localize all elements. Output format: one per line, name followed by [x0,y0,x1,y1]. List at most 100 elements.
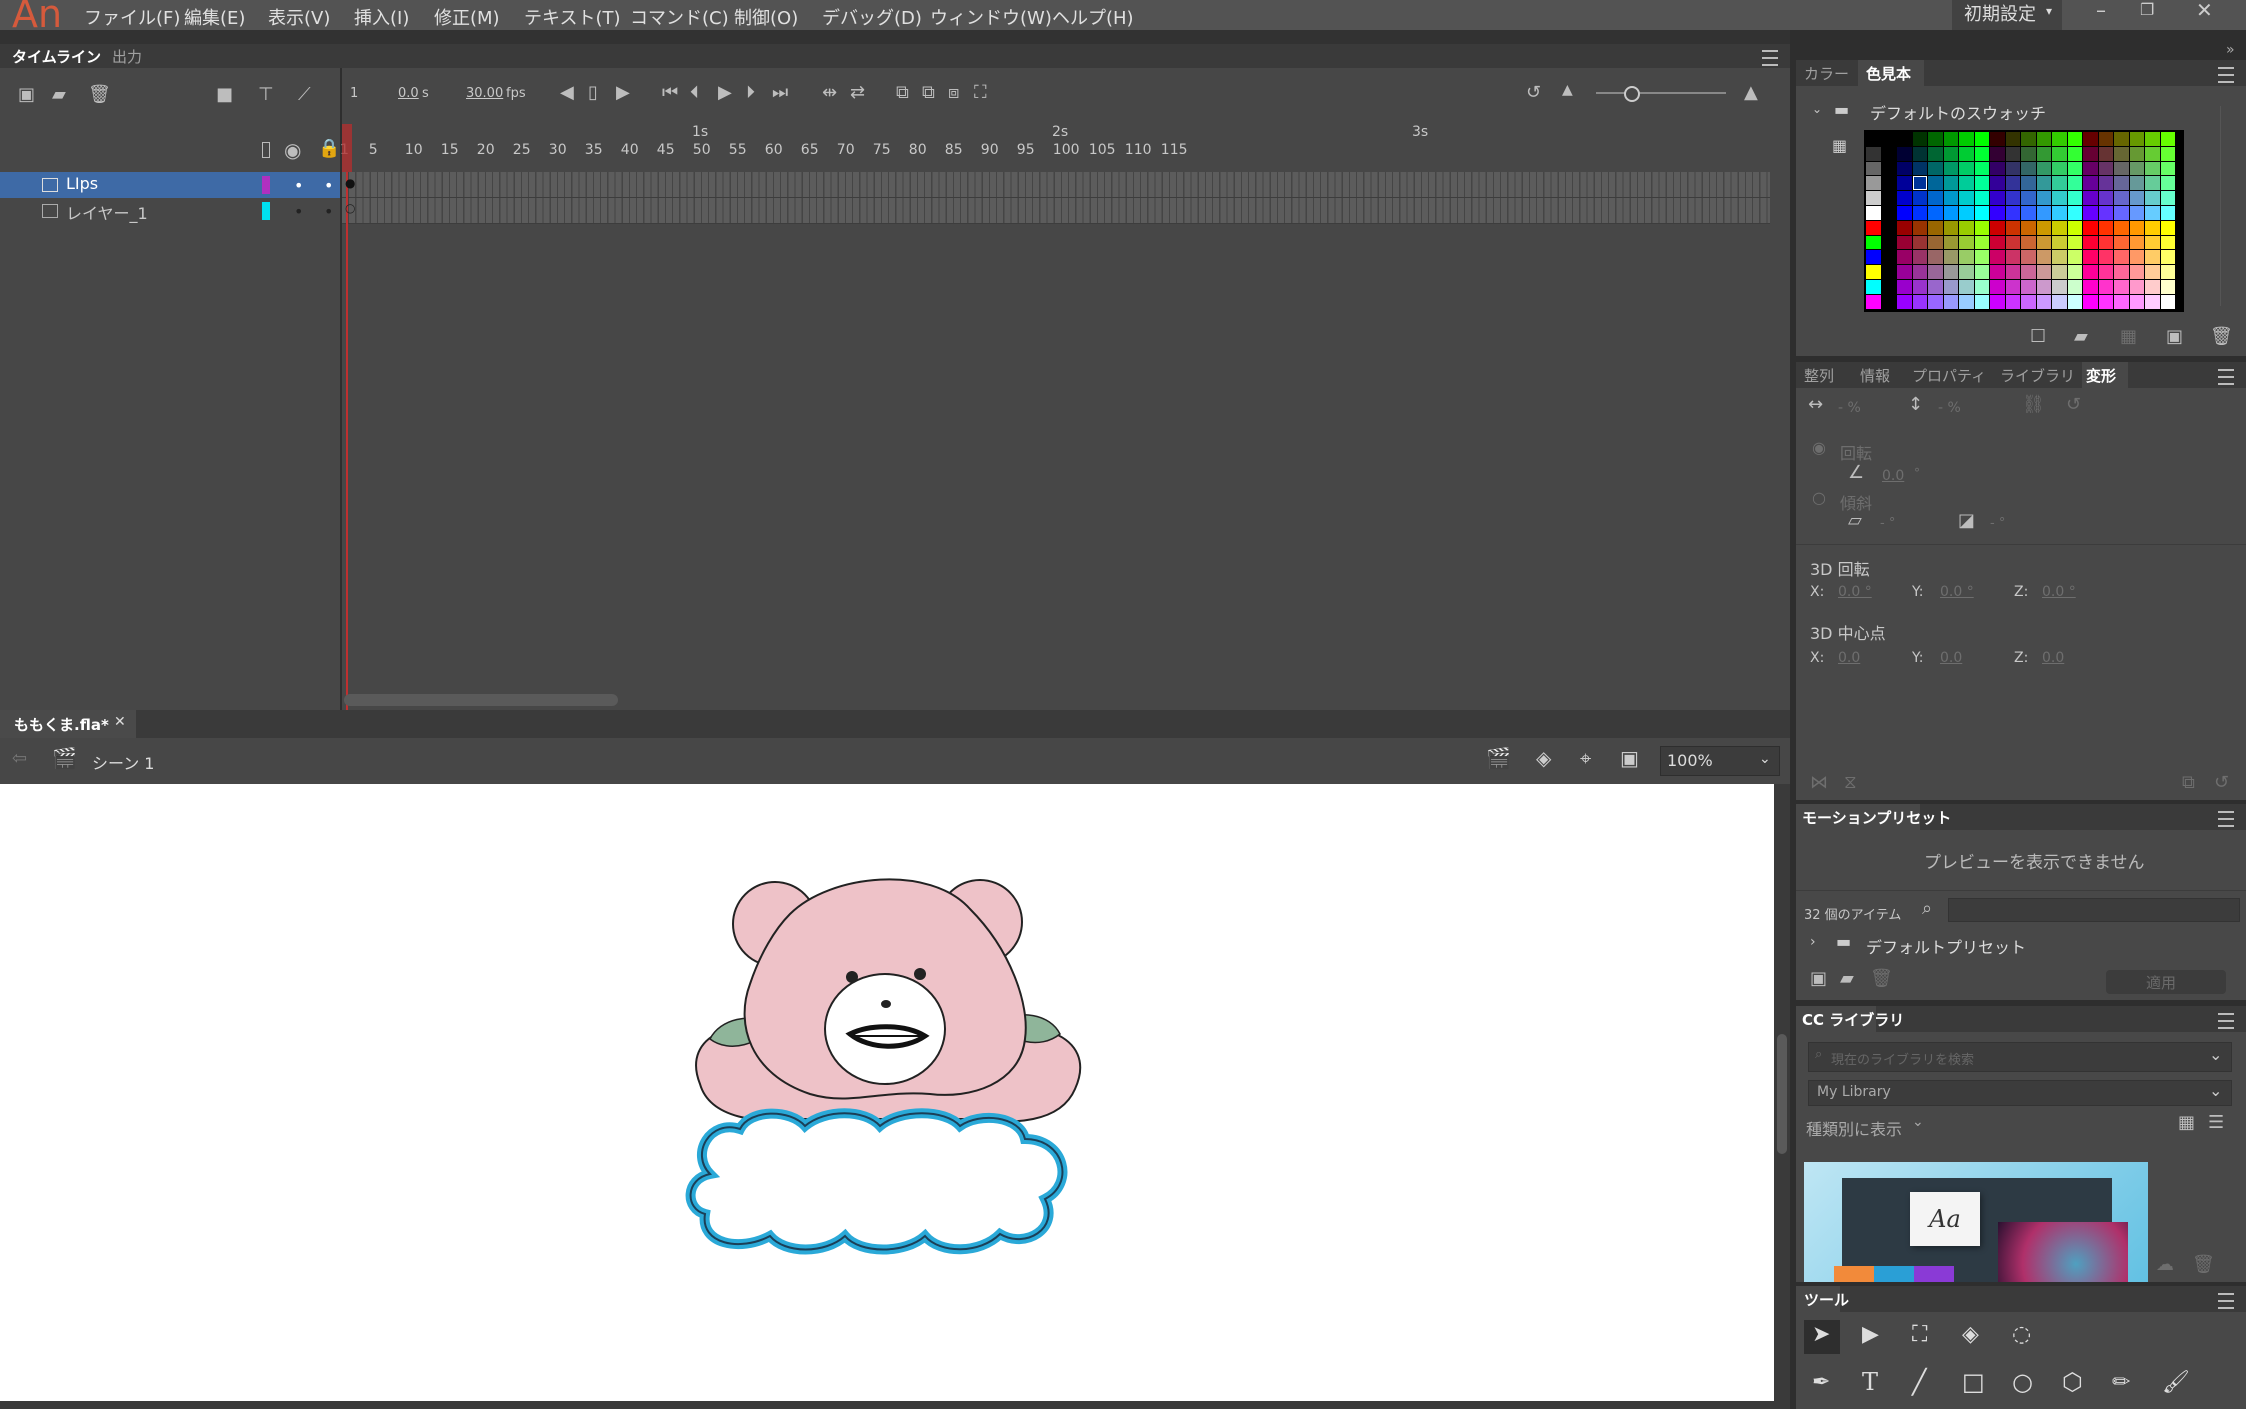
frame-row[interactable] [342,198,1770,224]
color-swatch[interactable] [1928,220,1943,235]
color-swatch[interactable] [2114,280,2129,294]
tab-motion-presets[interactable]: モーションプリセット [1802,807,1951,828]
color-swatch[interactable] [1943,220,1958,235]
minimize-icon[interactable]: – [2096,0,2106,22]
collapse-dock-icon[interactable]: » [2226,42,2235,58]
color-swatch[interactable] [2005,235,2020,250]
color-swatch[interactable] [2145,161,2160,176]
color-swatch[interactable] [1912,265,1927,279]
menu-control[interactable]: 制御(O) [734,4,798,30]
tab-output[interactable]: 出力 [112,46,142,67]
skew-radio[interactable]: ○ [1812,488,1826,507]
color-swatch[interactable] [2098,161,2113,176]
color-swatch[interactable] [1959,220,1974,235]
color-swatch[interactable] [2021,220,2036,235]
color-swatch[interactable] [2036,265,2051,279]
color-swatch[interactable] [1990,176,2005,191]
color-swatch[interactable] [1912,294,1927,309]
color-swatch[interactable] [2005,132,2020,146]
color-swatch[interactable] [1912,280,1927,294]
preset-search-input[interactable] [1948,898,2240,922]
color-swatch[interactable] [2098,146,2113,161]
color-swatch[interactable] [1928,132,1943,146]
color-swatch[interactable] [2083,250,2098,265]
color-swatch[interactable] [2114,132,2129,146]
color-swatch[interactable] [2005,294,2020,309]
color-swatch[interactable] [2083,176,2098,191]
free-transform-tool-icon[interactable]: ⛶ [1912,1322,1927,1347]
keyframe-dot[interactable]: ● [345,176,355,190]
color-swatch[interactable] [1974,206,1989,220]
flip-horizontal-icon[interactable]: ⋈ [1810,772,1828,793]
swatch-folder-label[interactable]: デフォルトのスウォッチ [1870,100,2046,124]
color-swatch[interactable] [2129,235,2144,250]
panel-menu-icon[interactable] [2218,1013,2234,1029]
frame-ruler[interactable]: 1s 2s 3s 1510152025303540455055606570758… [340,124,1770,172]
color-swatch[interactable] [1881,235,1896,250]
center-3d-y[interactable]: 0.0 [1940,650,1962,666]
color-swatch[interactable] [2067,132,2082,146]
color-swatch[interactable] [2160,146,2175,161]
panel-menu-icon[interactable] [2218,369,2234,385]
color-swatch[interactable] [1959,265,1974,279]
color-swatch[interactable] [2098,191,2113,205]
document-tab[interactable]: ももくま.fla* ✕ [0,710,136,738]
color-swatch[interactable] [1974,265,1989,279]
color-swatch[interactable] [2036,146,2051,161]
color-swatch[interactable] [1974,220,1989,235]
layer-row-layer1[interactable]: レイヤー_1 • • [0,198,340,224]
step-forward-icon[interactable]: ⏵ [746,82,755,103]
color-swatch[interactable] [2145,206,2160,220]
reset-icon[interactable]: ↺ [2066,394,2081,415]
color-swatch[interactable] [2114,235,2129,250]
color-swatch[interactable] [2160,132,2175,146]
color-swatch[interactable] [2129,220,2144,235]
color-swatch[interactable] [2083,206,2098,220]
frame-row[interactable] [342,172,1770,198]
color-swatch[interactable] [2160,250,2175,265]
color-swatch[interactable] [1990,235,2005,250]
color-swatch[interactable] [1974,294,1989,309]
color-swatch[interactable] [2036,250,2051,265]
color-swatch[interactable] [2129,250,2144,265]
edit-symbol-icon[interactable]: ◈ [1536,746,1551,770]
color-swatch[interactable] [1881,294,1896,309]
center-stage-icon[interactable]: ⌖ [1580,746,1591,770]
color-swatch[interactable] [1943,280,1958,294]
onion-skin-icon[interactable]: ⧉ [896,82,909,103]
color-swatch[interactable] [1928,146,1943,161]
color-swatch[interactable] [2129,191,2144,205]
pencil-tool-icon[interactable]: ✏ [2112,1370,2130,1395]
lock-icon[interactable]: 🔒 [318,138,340,159]
color-swatch[interactable] [2067,146,2082,161]
color-swatch[interactable] [2083,146,2098,161]
stage-vscrollbar[interactable] [1774,784,1790,1409]
panel-menu-icon[interactable] [2218,1293,2234,1309]
color-swatch[interactable] [1897,132,1912,146]
color-swatch[interactable] [1943,235,1958,250]
menu-insert[interactable]: 挿入(I) [354,4,409,30]
new-swatch-group-icon[interactable]: ☐ [2030,326,2046,347]
library-search-input[interactable]: ⌕ 現在のライブラリを検索 ⌄ [1808,1042,2232,1072]
color-swatch[interactable] [2098,280,2113,294]
color-swatch[interactable] [2036,235,2051,250]
time-value[interactable]: 0.0 [398,86,419,101]
loop-icon[interactable]: ⇄ [850,82,865,103]
color-swatch[interactable] [2005,265,2020,279]
color-swatch[interactable] [2067,220,2082,235]
color-swatch[interactable] [1881,220,1896,235]
color-swatch[interactable] [2129,146,2144,161]
color-swatch[interactable] [2145,294,2160,309]
color-swatch[interactable] [1943,250,1958,265]
color-swatch[interactable] [2052,206,2067,220]
color-swatch[interactable] [2067,280,2082,294]
new-folder-icon[interactable]: ▰ [52,84,66,105]
color-swatch[interactable] [1928,161,1943,176]
layer-color-swatch[interactable] [262,176,270,194]
color-swatch[interactable] [1943,191,1958,205]
menu-help[interactable]: ヘルプ(H) [1052,4,1134,30]
onion-outline-icon[interactable]: ⧉ [922,82,935,103]
lock-dot[interactable]: • [324,202,333,221]
color-swatch[interactable] [2160,265,2175,279]
color-swatch[interactable] [1928,294,1943,309]
